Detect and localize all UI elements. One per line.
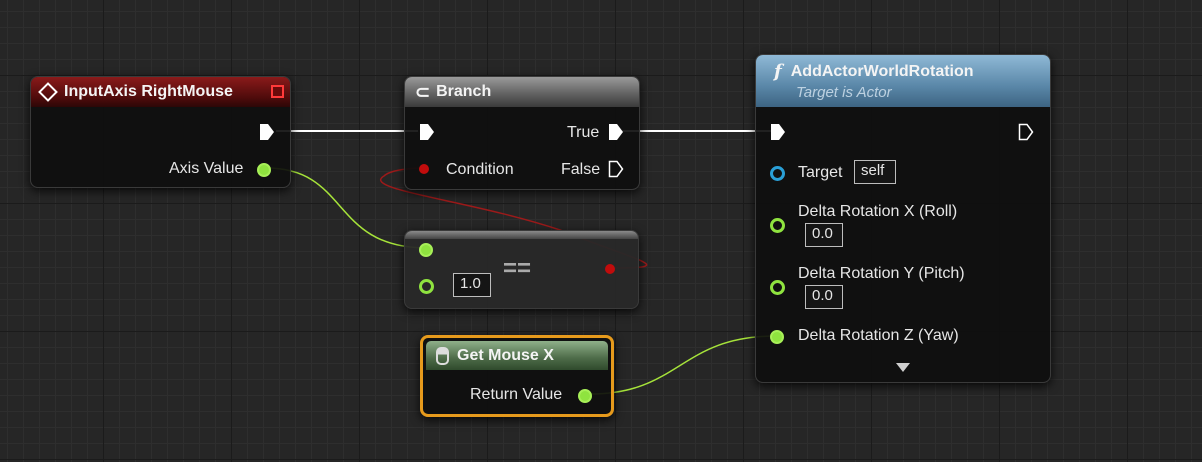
- get-mouse-x-node[interactable]: Get Mouse X Return Value: [420, 335, 614, 417]
- delta-x-value-box[interactable]: 0.0: [805, 223, 843, 247]
- exec-false-pin[interactable]: [608, 160, 624, 178]
- add-rotation-header[interactable]: f AddActorWorldRotation Target is Actor: [756, 55, 1050, 107]
- condition-label: Condition: [446, 161, 514, 178]
- exec-out-pin[interactable]: [1018, 123, 1034, 141]
- add-actor-world-rotation-node[interactable]: f AddActorWorldRotation Target is Actor …: [755, 54, 1051, 383]
- return-value-pin[interactable]: [578, 389, 592, 403]
- delta-z-label: Delta Rotation Z (Yaw): [798, 327, 959, 344]
- get-mouse-x-header[interactable]: Get Mouse X: [426, 341, 608, 370]
- mouse-icon: [436, 346, 449, 365]
- delta-y-label: Delta Rotation Y (Pitch): [798, 265, 965, 282]
- branch-icon: ⊂: [415, 81, 431, 102]
- exec-in-pin[interactable]: [770, 123, 786, 141]
- delta-x-label: Delta Rotation X (Roll): [798, 203, 958, 220]
- equals-output-pin[interactable]: [605, 264, 615, 274]
- equals-node[interactable]: 1.0 ==: [404, 230, 639, 309]
- false-label: False: [561, 161, 601, 178]
- branch-node[interactable]: ⊂ Branch True Condition False: [404, 76, 640, 190]
- target-pin[interactable]: [770, 166, 785, 181]
- branch-header[interactable]: ⊂ Branch: [405, 77, 639, 107]
- input-axis-header[interactable]: InputAxis RightMouse: [31, 77, 290, 107]
- input-delegate-icon[interactable]: [271, 85, 284, 98]
- function-icon: f: [774, 61, 782, 82]
- return-value-label: Return Value: [470, 386, 563, 403]
- target-value-box[interactable]: self: [854, 160, 896, 184]
- equals-input-b-pin[interactable]: [419, 279, 434, 294]
- true-label: True: [567, 124, 600, 141]
- delta-y-pin[interactable]: [770, 280, 785, 295]
- exec-out-pin[interactable]: [259, 123, 275, 141]
- axis-value-label: Axis Value: [169, 160, 244, 177]
- condition-pin[interactable]: [419, 164, 429, 174]
- add-rotation-title: AddActorWorldRotation: [790, 62, 974, 80]
- float-wire-mouse-to-yaw: [589, 335, 777, 395]
- equals-input-a-pin[interactable]: [419, 243, 433, 257]
- axis-value-pin[interactable]: [257, 163, 271, 177]
- delta-y-value-box[interactable]: 0.0: [805, 285, 843, 309]
- event-diamond-icon: [38, 82, 58, 102]
- exec-in-pin[interactable]: [419, 123, 435, 141]
- delta-x-pin[interactable]: [770, 218, 785, 233]
- equals-operator: ==: [503, 255, 532, 282]
- exec-true-pin[interactable]: [608, 123, 624, 141]
- equals-value-box[interactable]: 1.0: [453, 273, 491, 297]
- equals-header-bar: [405, 231, 638, 239]
- target-label: Target: [798, 164, 843, 181]
- expand-chevron-icon[interactable]: [896, 363, 910, 372]
- get-mouse-x-title: Get Mouse X: [457, 346, 554, 364]
- add-rotation-subtitle: Target is Actor: [796, 84, 892, 101]
- input-axis-title: InputAxis RightMouse: [64, 83, 233, 100]
- input-axis-node[interactable]: InputAxis RightMouse Axis Value: [30, 76, 291, 188]
- branch-title: Branch: [436, 83, 492, 100]
- delta-z-pin[interactable]: [770, 330, 784, 344]
